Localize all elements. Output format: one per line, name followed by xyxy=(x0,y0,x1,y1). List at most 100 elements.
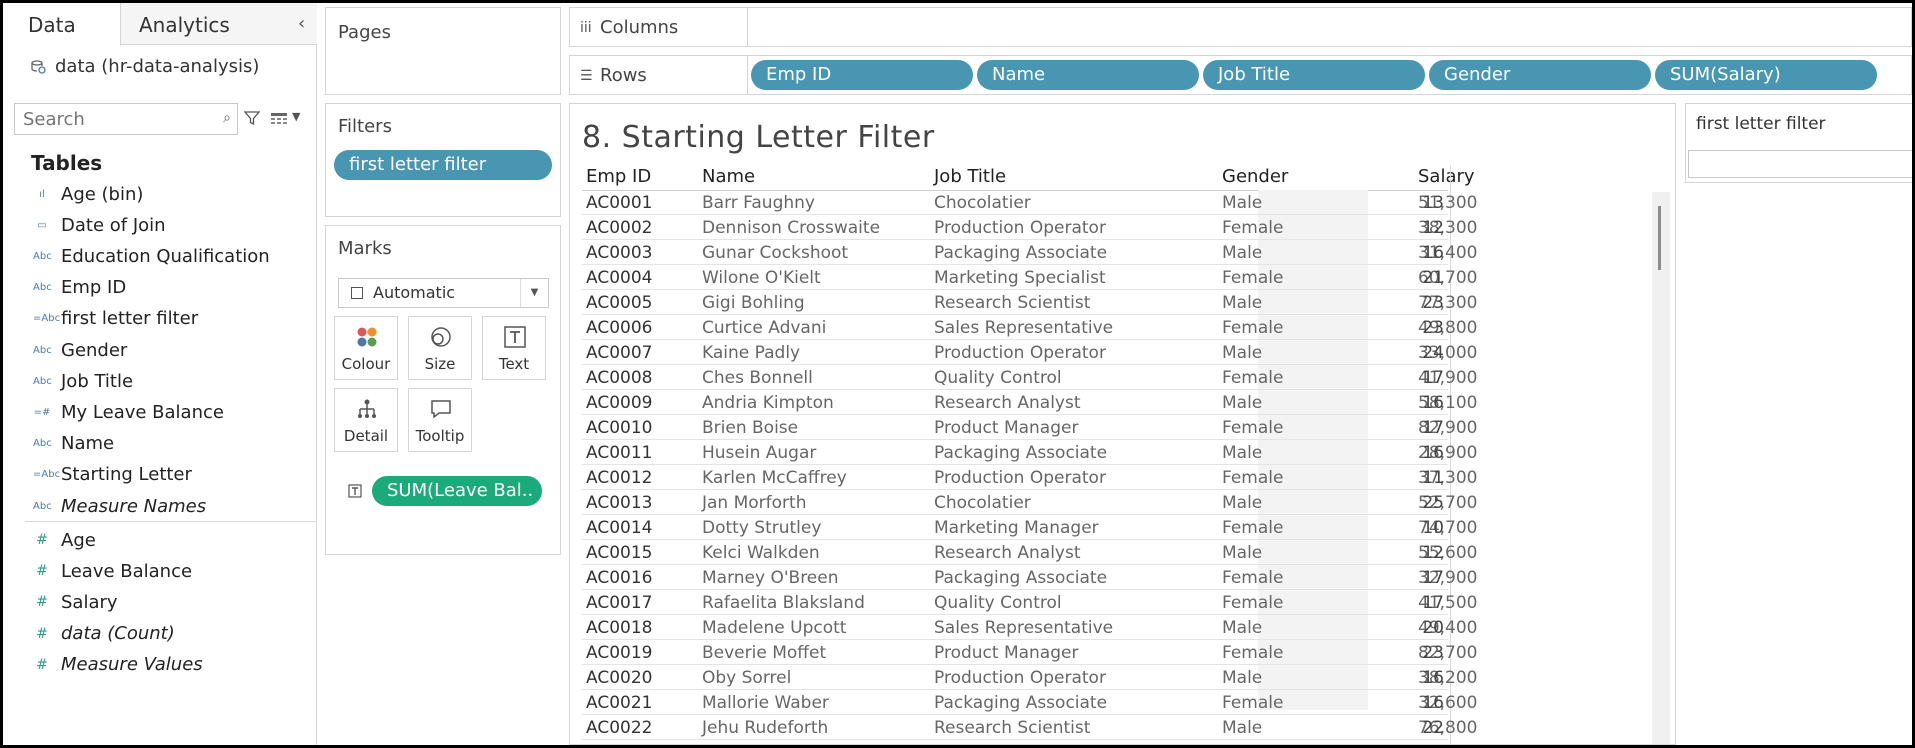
tables-heading: Tables xyxy=(31,151,103,175)
filters-card[interactable]: Filters first letter filter xyxy=(325,103,561,217)
header-job-title[interactable]: Job Title xyxy=(934,166,1006,190)
header-gender[interactable]: Gender xyxy=(1222,166,1288,190)
table-row[interactable]: AC0010 Brien Boise Product Manager Female 82… xyxy=(582,415,1477,440)
table-row[interactable]: AC0013 Jan Morforth Chocolatier Male 52,700 2… xyxy=(582,490,1477,515)
number-icon: # xyxy=(36,656,48,673)
mark-type-select[interactable]: Automatic ▼ xyxy=(338,278,549,308)
filter-pill-first-letter[interactable]: first letter filter xyxy=(334,150,552,180)
measure-field[interactable]: # Age xyxy=(3,525,317,555)
tooltip-button[interactable]: Tooltip xyxy=(408,388,472,452)
dimension-field-label: first letter filter xyxy=(61,308,199,330)
pages-card[interactable]: Pages xyxy=(325,7,561,95)
cell-leave-balance: 23 xyxy=(1422,318,1444,338)
dimension-field-label: Measure Names xyxy=(61,495,207,517)
dimension-field[interactable]: =# My Leave Balance xyxy=(3,397,317,427)
abc-icon: Abc xyxy=(33,500,52,512)
colour-icon xyxy=(357,327,377,347)
text-button[interactable]: Text xyxy=(482,316,546,380)
cell-leave-balance: 16 xyxy=(1422,693,1444,713)
measure-field[interactable]: # Leave Balance xyxy=(3,556,317,586)
cell-leave-balance: 10 xyxy=(1422,518,1444,538)
columns-shelf-label: iii Columns xyxy=(570,8,748,46)
view-options-caret-icon[interactable]: ▼ xyxy=(292,110,300,123)
cell-leave-balance: 17 xyxy=(1422,418,1444,438)
cell-leave-balance: 12 xyxy=(1422,543,1444,563)
table-row[interactable]: AC0002 Dennison Crosswaite Production Oper… xyxy=(582,215,1477,240)
cell-leave-balance: 13 xyxy=(1422,193,1444,213)
colour-label: Colour xyxy=(341,355,391,373)
row-pill-emp-id[interactable]: Emp ID xyxy=(751,60,973,90)
columns-shelf[interactable]: iii Columns xyxy=(569,7,1912,47)
dimension-field[interactable]: =Abc Starting Letter xyxy=(3,460,317,490)
shelf-column: Pages Filters first letter filter Marks … xyxy=(325,3,563,745)
dimension-field[interactable]: ıl Age (bin) xyxy=(3,179,317,209)
first-letter-filter-input[interactable] xyxy=(1688,150,1912,178)
collapse-pane-icon[interactable]: ‹ xyxy=(298,13,305,34)
marks-card: Marks Automatic ▼ Colour Size Text Detai… xyxy=(325,225,561,555)
table-row[interactable]: AC0015 Kelci Walkden Research Analyst Male 5… xyxy=(582,540,1477,565)
abc-icon: Abc xyxy=(33,282,52,294)
dimension-field[interactable]: Abc Job Title xyxy=(3,366,317,396)
row-pill-name[interactable]: Name xyxy=(977,60,1199,90)
cell-leave-balance: 12 xyxy=(1422,218,1444,238)
table-row[interactable]: AC0001 Barr Faughny Chocolatier Male 51,300 1… xyxy=(582,190,1477,215)
cell-leave-balance: 17 xyxy=(1422,568,1444,588)
abc-icon: Abc xyxy=(33,344,52,356)
table-row[interactable]: AC0020 Oby Sorrel Production Operator Male 3… xyxy=(582,665,1477,690)
header-emp-id[interactable]: Emp ID xyxy=(586,166,651,190)
table-row[interactable]: AC0012 Karlen McCaffrey Production Operato… xyxy=(582,465,1477,490)
dimension-field[interactable]: Abc Emp ID xyxy=(3,273,317,303)
table-row[interactable]: AC0003 Gunar Cockshoot Packaging Associate… xyxy=(582,240,1477,265)
table-row[interactable]: AC0008 Ches Bonnell Quality Control Female 4… xyxy=(582,365,1477,390)
table-row[interactable]: AC0006 Curtice Advani Sales Representative… xyxy=(582,315,1477,340)
abc-icon: Abc xyxy=(33,375,52,387)
cell-leave-balance: 16 xyxy=(1422,668,1444,688)
table-row[interactable]: AC0004 Wilone O'Kielt Marketing Specialist… xyxy=(582,265,1477,290)
dimension-field-label: Gender xyxy=(61,339,128,361)
tab-analytics[interactable]: Analytics xyxy=(139,3,230,45)
row-pill-job-title[interactable]: Job Title xyxy=(1203,60,1425,90)
dimension-field[interactable]: Abc Education Qualification xyxy=(3,241,317,271)
size-button[interactable]: Size xyxy=(408,316,472,380)
datasource-item[interactable]: data (hr-data-analysis) xyxy=(30,56,259,77)
header-salary[interactable]: Salary xyxy=(1418,166,1475,190)
dimension-field[interactable]: Abc Measure Names xyxy=(3,491,317,521)
detail-button[interactable]: Detail xyxy=(334,388,398,452)
dimension-field[interactable]: ▭ Date of Join xyxy=(3,210,317,240)
table-row[interactable]: AC0022 Jehu Rudeforth Research Scientist Ma… xyxy=(582,715,1477,740)
search-input[interactable] xyxy=(15,104,205,134)
table-row[interactable]: AC0021 Mallorie Waber Packaging Associate F… xyxy=(582,690,1477,715)
measure-field[interactable]: # data (Count) xyxy=(3,619,317,649)
measure-field-label: Salary xyxy=(61,591,118,613)
view-options-icon[interactable] xyxy=(271,113,287,125)
table-row[interactable]: AC0017 Rafaelita Blaksland Quality Control… xyxy=(582,590,1477,615)
table-row[interactable]: AC0005 Gigi Bohling Research Scientist Male… xyxy=(582,290,1477,315)
dimension-field[interactable]: =Abc first letter filter xyxy=(3,304,317,334)
dimension-field-label: Education Qualification xyxy=(61,245,270,267)
row-pill-gender[interactable]: Gender xyxy=(1429,60,1651,90)
dimension-field[interactable]: Abc Name xyxy=(3,429,317,459)
vertical-scrollbar[interactable] xyxy=(1652,192,1670,744)
sheet-title: 8. Starting Letter Filter xyxy=(582,120,935,155)
table-row[interactable]: AC0019 Beverie Moffet Product Manager Femal… xyxy=(582,640,1477,665)
table-row[interactable]: AC0009 Andria Kimpton Research Analyst Male… xyxy=(582,390,1477,415)
table-row[interactable]: AC0007 Kaine Padly Production Operator Male… xyxy=(582,340,1477,365)
header-name[interactable]: Name xyxy=(702,166,755,190)
rows-shelf[interactable]: ☰ Rows Emp ID Name Job Title Gender SUM(… xyxy=(569,55,1912,95)
table-row[interactable]: AC0016 Marney O'Breen Packaging Associate F… xyxy=(582,565,1477,590)
scrollbar-thumb[interactable] xyxy=(1658,206,1661,270)
marks-pill-leave-balance[interactable]: SUM(Leave Bal.. xyxy=(372,476,542,506)
measure-field-label: Age xyxy=(61,529,96,551)
columns-icon: iii xyxy=(580,20,592,36)
filter-funnel-icon[interactable] xyxy=(244,110,260,126)
colour-button[interactable]: Colour xyxy=(334,316,398,380)
measure-field[interactable]: # Salary xyxy=(3,587,317,617)
detail-label: Detail xyxy=(343,427,389,445)
measure-field[interactable]: # Measure Values xyxy=(3,650,317,680)
table-row[interactable]: AC0014 Dotty Strutley Marketing Manager Fem… xyxy=(582,515,1477,540)
table-row[interactable]: AC0011 Husein Augar Packaging Associate Mal… xyxy=(582,440,1477,465)
tab-data[interactable]: Data xyxy=(3,3,121,46)
dimension-field[interactable]: Abc Gender xyxy=(3,335,317,365)
row-pill-sum-salary[interactable]: SUM(Salary) xyxy=(1655,60,1877,90)
table-row[interactable]: AC0018 Madelene Upcott Sales Representativ… xyxy=(582,615,1477,640)
